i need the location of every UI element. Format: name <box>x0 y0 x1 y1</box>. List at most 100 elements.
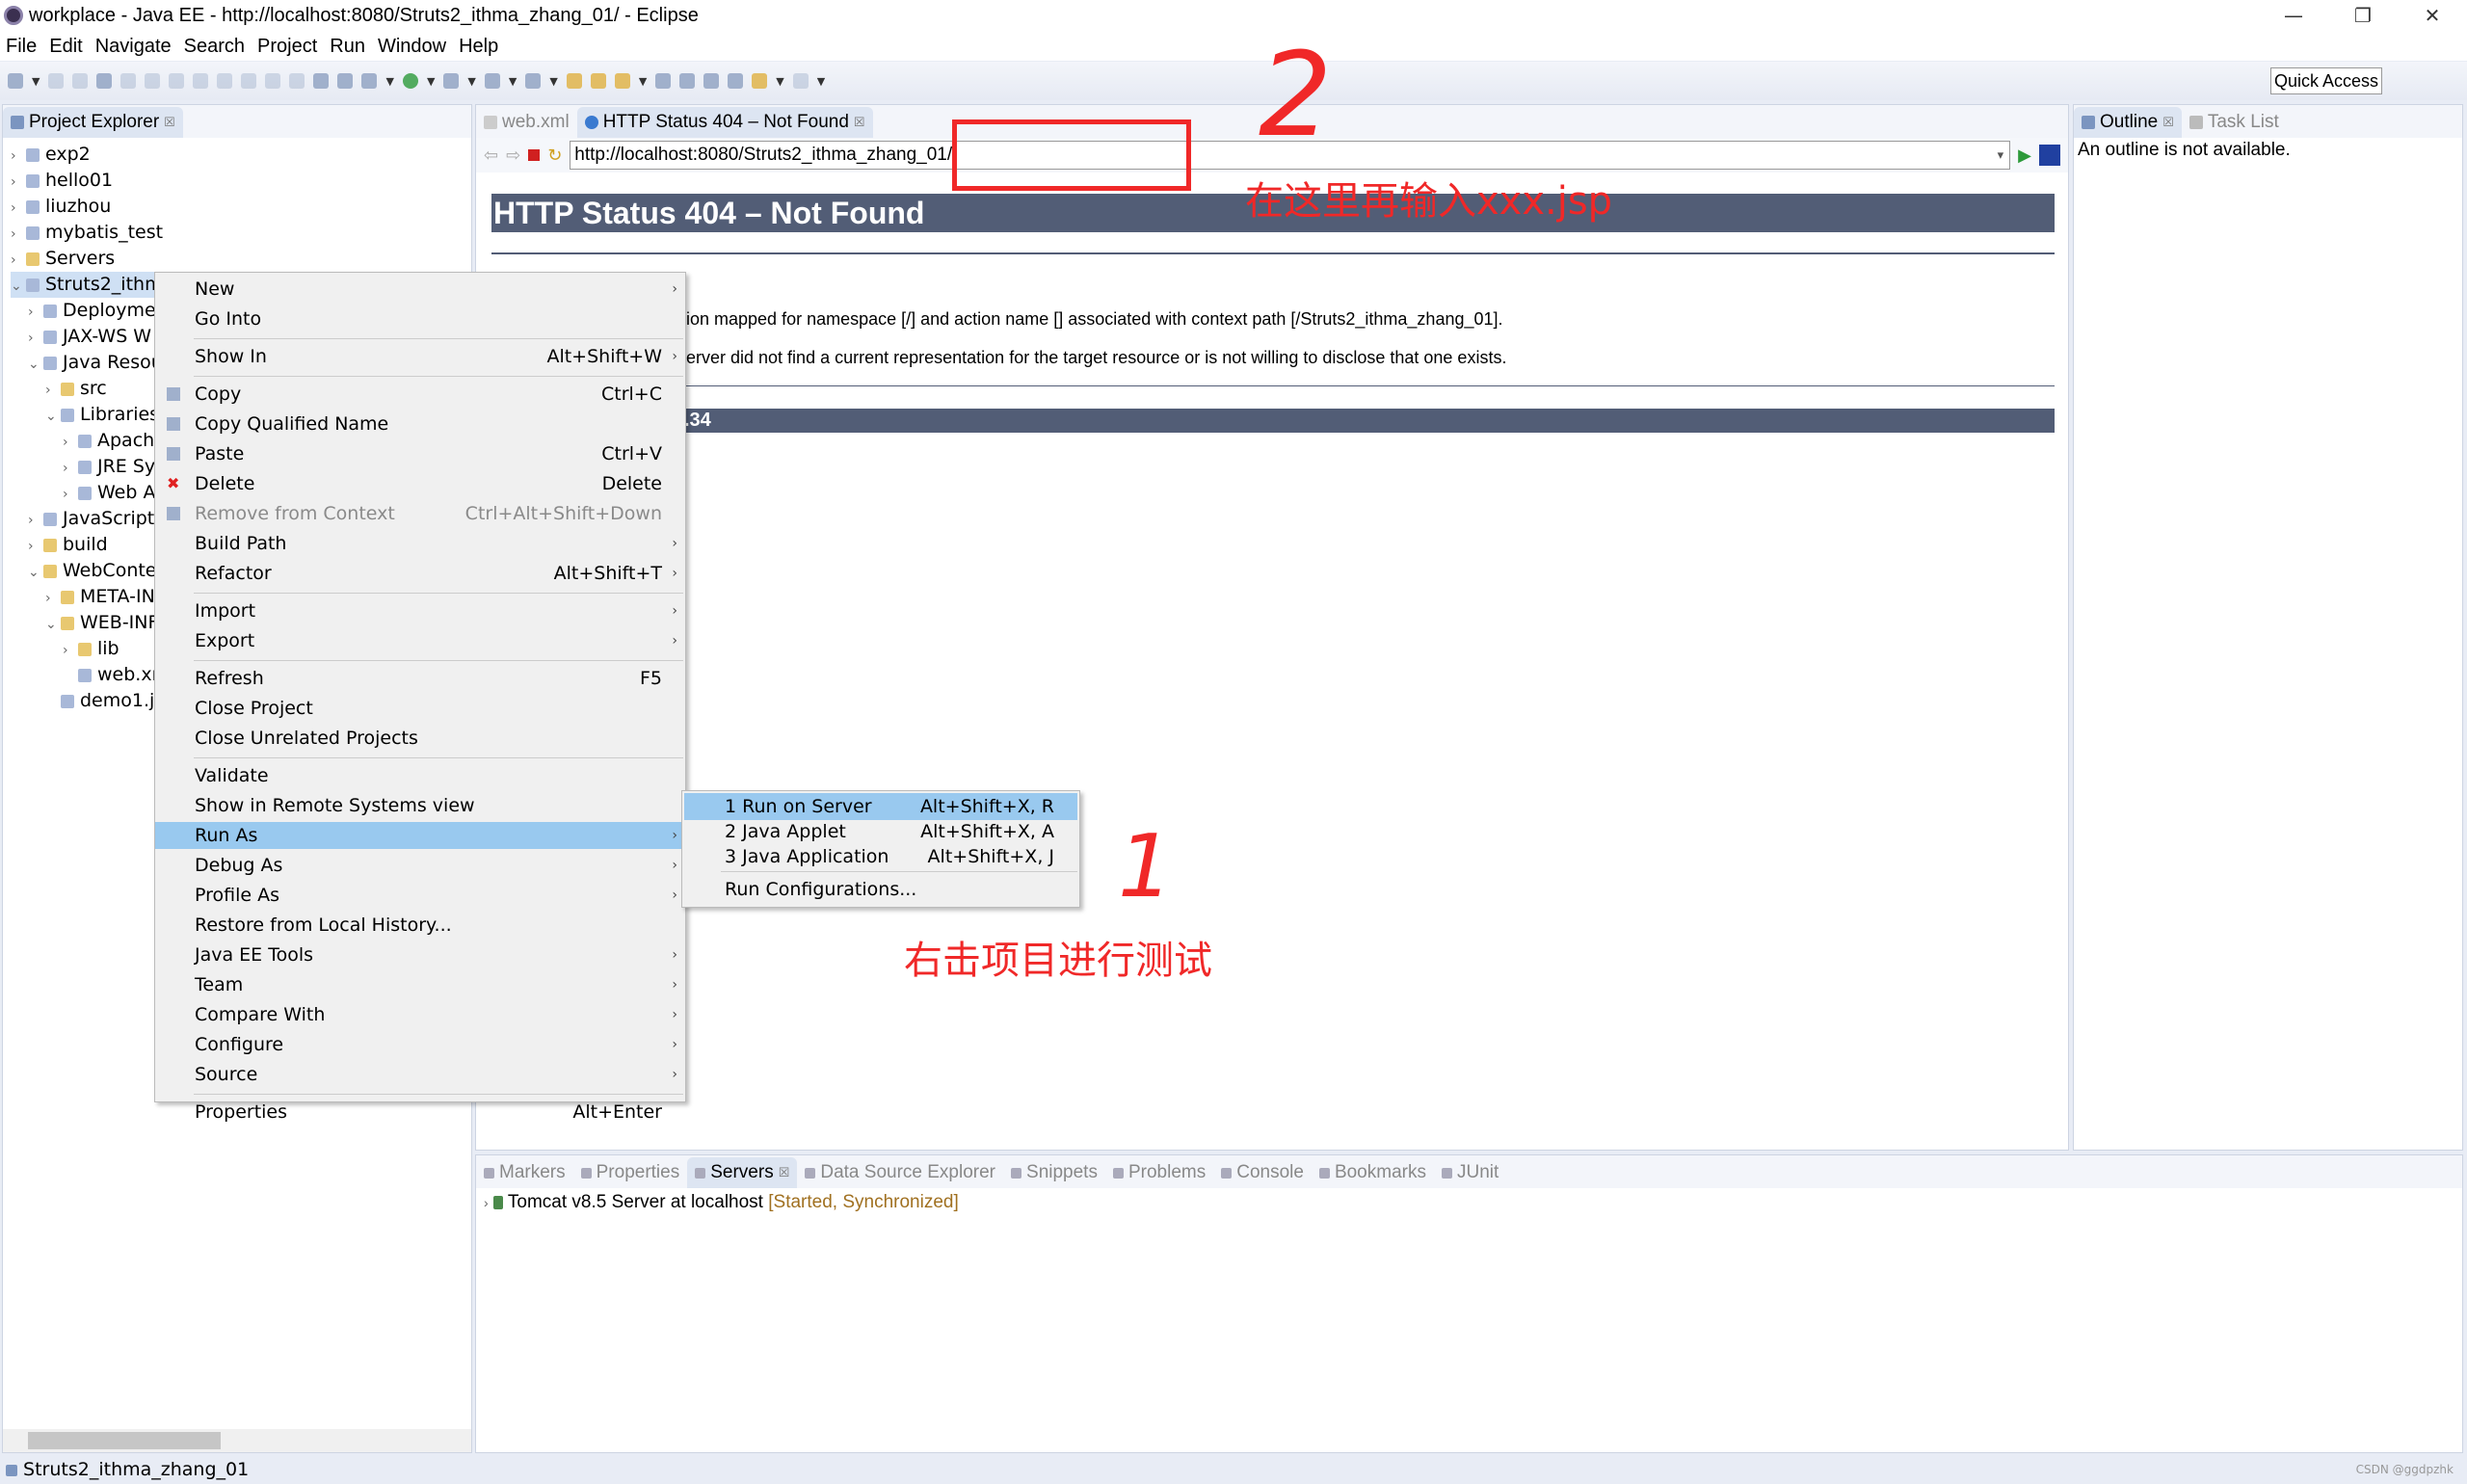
menu-item-close-project[interactable]: Close Project <box>155 695 685 722</box>
expand-arrow-icon[interactable]: › <box>28 326 43 352</box>
stop-icon[interactable] <box>193 73 209 89</box>
tab-snippets[interactable]: Snippets <box>1003 1157 1105 1188</box>
run-icon[interactable] <box>402 73 418 89</box>
disconnect-icon[interactable] <box>217 73 233 89</box>
tab-outline[interactable]: Outline ☒ <box>2074 107 2182 138</box>
menu-run[interactable]: Run <box>330 32 365 61</box>
tree-item[interactable]: › build <box>28 532 108 558</box>
tree-item[interactable]: › JRE Sy <box>63 454 155 480</box>
new-web-icon[interactable] <box>484 73 500 89</box>
open-type-icon[interactable] <box>566 73 582 89</box>
drop-frame-icon[interactable] <box>337 73 354 89</box>
tab-project-explorer[interactable]: Project Explorer ☒ <box>3 107 183 138</box>
menu-help[interactable]: Help <box>459 32 498 61</box>
skip-icon[interactable] <box>120 73 137 89</box>
step-over-icon[interactable] <box>265 73 281 89</box>
menu-item-show-in-remote-systems-view[interactable]: Show in Remote Systems view <box>155 792 685 819</box>
close-tab-icon[interactable]: ☒ <box>779 1165 790 1180</box>
expand-arrow-icon[interactable]: › <box>45 378 61 404</box>
go-icon[interactable]: ▶ <box>2018 146 2031 166</box>
resume-icon[interactable] <box>145 73 161 89</box>
search-icon[interactable] <box>679 73 696 89</box>
dropdown-arrow-icon[interactable]: ▼ <box>509 75 517 88</box>
tree-item[interactable]: ⌄ Libraries <box>45 402 159 428</box>
menu-item-run-configurations[interactable]: Run Configurations... <box>684 876 1077 903</box>
browser-globe-icon[interactable] <box>2039 145 2060 166</box>
tab-problems[interactable]: Problems <box>1105 1157 1213 1188</box>
server-row[interactable]: › Tomcat v8.5 Server at localhost [Start… <box>484 1192 959 1213</box>
dropdown-arrow-icon[interactable]: ▼ <box>549 75 557 88</box>
url-dropdown-icon[interactable]: ▾ <box>1998 142 2004 169</box>
new-icon[interactable] <box>8 73 23 89</box>
close-button[interactable]: ✕ <box>2403 0 2461 32</box>
tree-item[interactable]: › mybatis_test <box>11 220 163 246</box>
menu-item-3-java-application[interactable]: 3 Java Application Alt+Shift+X, J <box>684 843 1077 870</box>
debug-icon[interactable] <box>361 73 378 89</box>
expand-arrow-icon[interactable]: › <box>28 300 43 326</box>
globe-icon[interactable] <box>655 73 672 89</box>
tree-item[interactable]: › JAX-WS W <box>28 324 151 350</box>
menu-item-import[interactable]: Import › <box>155 597 685 624</box>
close-tab-icon[interactable]: ☒ <box>2162 115 2174 130</box>
forward-icon[interactable] <box>792 73 809 89</box>
menu-item-build-path[interactable]: Build Path › <box>155 530 685 557</box>
menu-item-source[interactable]: Source › <box>155 1061 685 1088</box>
tree-item[interactable]: › JavaScript <box>28 506 154 532</box>
minimize-button[interactable]: — <box>2265 0 2322 32</box>
tree-item[interactable]: › hello01 <box>11 168 113 194</box>
tab-markers[interactable]: Markers <box>476 1157 573 1188</box>
menu-navigate[interactable]: Navigate <box>95 32 172 61</box>
tab-properties[interactable]: Properties <box>573 1157 688 1188</box>
tab-task-list[interactable]: Task List <box>2182 107 2287 138</box>
menu-item-close-unrelated-projects[interactable]: Close Unrelated Projects <box>155 725 685 752</box>
quick-access-input[interactable]: Quick Access <box>2270 67 2382 94</box>
tab-junit[interactable]: JUnit <box>1434 1157 1506 1188</box>
menu-item-paste[interactable]: Paste Ctrl+V <box>155 440 685 467</box>
dropdown-arrow-icon[interactable]: ▼ <box>385 75 393 88</box>
dropdown-arrow-icon[interactable]: ▼ <box>639 75 647 88</box>
tree-item[interactable]: › src <box>45 376 107 402</box>
dropdown-arrow-icon[interactable]: ▼ <box>776 75 783 88</box>
expand-arrow-icon[interactable]: › <box>11 222 26 248</box>
tree-item[interactable]: › Deployme <box>28 298 156 324</box>
new-class-icon[interactable] <box>525 73 542 89</box>
menu-item-debug-as[interactable]: Debug As › <box>155 852 685 879</box>
expand-arrow-icon[interactable]: › <box>11 196 26 222</box>
collapse-arrow-icon[interactable]: ⌄ <box>45 404 61 430</box>
menu-item-2-java-applet[interactable]: 2 Java Applet Alt+Shift+X, A <box>684 818 1077 845</box>
menu-window[interactable]: Window <box>378 32 446 61</box>
terminal-icon[interactable] <box>96 73 113 89</box>
back-icon[interactable]: ⇦ <box>484 146 498 166</box>
menu-item-refactor[interactable]: Refactor Alt+Shift+T › <box>155 560 685 587</box>
step-into-icon[interactable] <box>241 73 257 89</box>
menu-item-team[interactable]: Team › <box>155 971 685 998</box>
tree-item[interactable]: › Servers <box>11 246 115 272</box>
menu-item-copy-qualified-name[interactable]: Copy Qualified Name <box>155 411 685 437</box>
menu-item-configure[interactable]: Configure › <box>155 1031 685 1058</box>
dropdown-arrow-icon[interactable]: ▼ <box>467 75 475 88</box>
horizontal-scrollbar[interactable] <box>3 1429 471 1452</box>
menu-item-export[interactable]: Export › <box>155 627 685 654</box>
tab-servers[interactable]: Servers ☒ <box>687 1157 798 1188</box>
expand-arrow-icon[interactable]: › <box>63 638 78 664</box>
expand-arrow-icon[interactable]: › <box>63 430 78 456</box>
refresh-icon[interactable]: ↻ <box>547 146 562 166</box>
dropdown-arrow-icon[interactable]: ▼ <box>817 75 825 88</box>
save-icon[interactable] <box>48 73 65 89</box>
expand-arrow-icon[interactable]: › <box>45 586 61 612</box>
step-return-icon[interactable] <box>289 73 305 89</box>
expand-arrow-icon[interactable]: › <box>63 482 78 508</box>
expand-arrow-icon[interactable]: › <box>28 534 43 560</box>
collapse-arrow-icon[interactable]: ⌄ <box>28 560 43 586</box>
tree-item[interactable]: ⌄ WEB-INF <box>45 610 158 636</box>
tree-item[interactable]: › Web A <box>63 480 155 506</box>
expand-arrow-icon[interactable]: › <box>11 248 26 274</box>
open-task-icon[interactable] <box>590 73 606 89</box>
stop-icon[interactable] <box>528 149 541 161</box>
menu-item-copy[interactable]: Copy Ctrl+C <box>155 381 685 408</box>
menu-item-delete[interactable]: ✖ Delete Delete <box>155 470 685 497</box>
collapse-arrow-icon[interactable]: ⌄ <box>11 274 26 300</box>
tab-console[interactable]: Console <box>1213 1157 1312 1188</box>
collapse-arrow-icon[interactable]: ⌄ <box>45 612 61 638</box>
expand-arrow-icon[interactable]: › <box>28 508 43 534</box>
